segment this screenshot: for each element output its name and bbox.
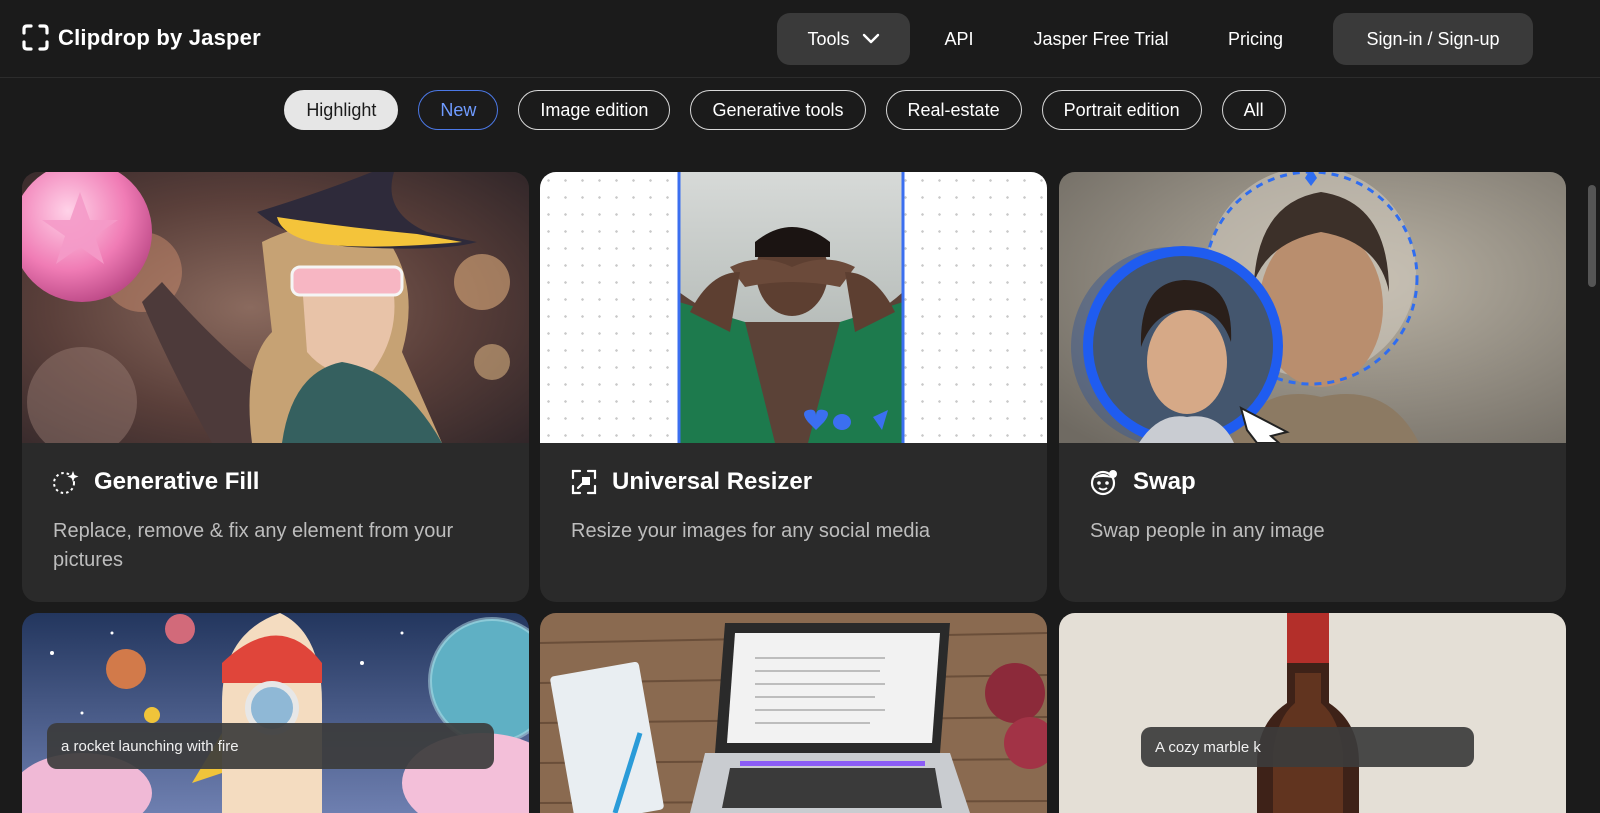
main-nav: Tools API Jasper Free Trial Pricing Sign…	[777, 13, 1533, 65]
card-description: Swap people in any image	[1090, 520, 1325, 542]
tool-card-laptop[interactable]	[540, 613, 1047, 813]
tool-card-product[interactable]: A cozy marble k	[1059, 613, 1566, 813]
prompt-box: A cozy marble k	[1141, 727, 1474, 767]
sparkle-circle-icon	[53, 471, 79, 494]
api-link[interactable]: API	[918, 13, 1000, 65]
page-scrollbar[interactable]	[1588, 185, 1596, 287]
filter-real-estate[interactable]: Real-estate	[885, 90, 1022, 130]
pricing-link[interactable]: Pricing	[1202, 13, 1309, 65]
filter-all[interactable]: All	[1221, 90, 1286, 130]
card-title: Generative Fill	[94, 468, 260, 495]
card-description: Replace, remove & fix any element from y…	[53, 520, 454, 571]
prompt-text: A cozy marble k	[1155, 738, 1261, 756]
clipdrop-logo-icon	[22, 24, 49, 51]
tools-label: Tools	[807, 28, 850, 49]
card-title-row: Universal Resizer	[570, 468, 812, 496]
prompt-text: a rocket launching with fire	[61, 737, 239, 755]
tools-menu-button[interactable]: Tools	[777, 13, 910, 65]
tool-card-swap[interactable]: Swap Swap people in any image	[1059, 172, 1566, 602]
top-navigation-bar: Clipdrop by Jasper Tools API Jasper Free…	[0, 0, 1600, 78]
card-title: Universal Resizer	[612, 468, 813, 495]
filter-new[interactable]: New	[418, 90, 499, 130]
chevron-down-icon	[862, 33, 879, 44]
tool-card-text-to-image[interactable]: a rocket launching with fire	[22, 613, 529, 813]
desk-laptop-illustration	[540, 613, 1047, 813]
filter-portrait-edition[interactable]: Portrait edition	[1041, 90, 1202, 130]
filter-generative-tools[interactable]: Generative tools	[690, 90, 866, 130]
face-swap-icon	[1090, 470, 1117, 496]
swap-illustration	[1059, 172, 1566, 443]
resize-icon	[571, 469, 597, 495]
tool-card-universal-resizer[interactable]: Universal Resizer Resize your images for…	[540, 172, 1047, 602]
filter-image-edition[interactable]: Image edition	[518, 90, 671, 130]
tool-card-generative-fill[interactable]: Generative Fill Replace, remove & fix an…	[22, 172, 529, 602]
generative-fill-thumbnail	[22, 172, 529, 443]
universal-resizer-thumbnail	[540, 172, 1047, 443]
generative-fill-illustration	[22, 172, 529, 443]
card-description: Resize your images for any social media	[571, 520, 931, 542]
universal-resizer-illustration	[677, 172, 905, 443]
rocket-illustration	[22, 613, 529, 813]
brand-name: Clipdrop by Jasper	[58, 24, 261, 50]
card-title-row: Generative Fill	[52, 468, 259, 496]
filter-highlight[interactable]: Highlight	[284, 90, 399, 130]
card-title: Swap	[1133, 468, 1196, 495]
card-title-row: Swap	[1089, 468, 1196, 496]
prompt-box: a rocket launching with fire	[47, 723, 494, 769]
logo[interactable]: Clipdrop by Jasper	[22, 24, 261, 51]
sign-in-button[interactable]: Sign-in / Sign-up	[1333, 13, 1533, 65]
swap-thumbnail	[1059, 172, 1566, 443]
category-filters: Highlight New Image edition Generative t…	[0, 90, 1600, 130]
jasper-free-trial-link[interactable]: Jasper Free Trial	[1008, 13, 1194, 65]
wine-bottle-illustration	[1059, 613, 1566, 813]
